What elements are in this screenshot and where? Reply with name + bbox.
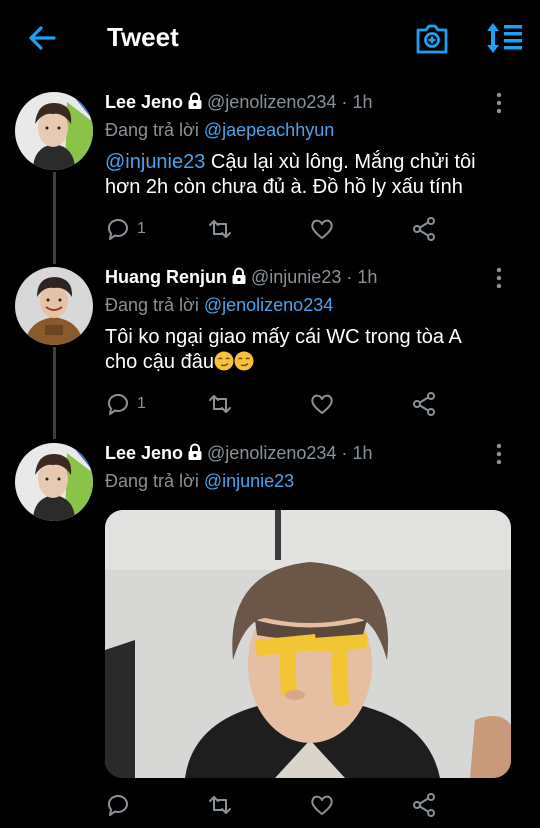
- like-button[interactable]: [309, 216, 335, 242]
- heart-icon: [311, 795, 333, 815]
- reply-to-link[interactable]: @jenolizeno234: [204, 295, 333, 315]
- page-title: Tweet: [107, 22, 179, 52]
- heart-icon: [311, 394, 333, 414]
- author-name[interactable]: Lee Jeno: [105, 92, 183, 112]
- avatar[interactable]: [15, 443, 93, 521]
- reply-prefix: Đang trả lời: [105, 471, 199, 491]
- lock-icon: [188, 443, 202, 460]
- reply-icon: [107, 218, 128, 240]
- reply-to-link[interactable]: @jaepeachhyun: [204, 120, 334, 140]
- more-options-icon[interactable]: [492, 267, 506, 289]
- reply-context: Đang trả lời @jenolizeno234: [105, 295, 333, 316]
- tweet-header: Lee Jeno @jenolizeno234 · 1h: [105, 443, 372, 464]
- retweet-icon: [209, 796, 231, 814]
- lock-icon: [188, 92, 202, 109]
- avatar[interactable]: [15, 92, 93, 170]
- reply-context: Đang trả lời @injunie23: [105, 471, 294, 492]
- mention-link[interactable]: @injunie23: [105, 151, 205, 173]
- retweet-button[interactable]: [207, 391, 233, 417]
- retweet-button[interactable]: [207, 792, 233, 818]
- share-icon: [413, 217, 435, 241]
- back-arrow-icon[interactable]: [26, 22, 58, 54]
- retweet-icon: [209, 220, 231, 238]
- retweet-button[interactable]: [207, 216, 233, 242]
- more-options-icon[interactable]: [492, 92, 506, 114]
- reply-context: Đang trả lời @jaepeachhyun: [105, 120, 334, 141]
- sort-icon[interactable]: [484, 20, 524, 56]
- tweet-actions: 1: [105, 391, 525, 417]
- like-button[interactable]: [309, 391, 335, 417]
- tweet-item[interactable]: Huang Renjun @injunie23 · 1h Đang trả lời…: [0, 267, 540, 427]
- tweet-text-line: Cậu lại xù lông. Mắng chửi tôi: [205, 151, 476, 173]
- tweet-text: @injunie23 Cậu lại xù lông. Mắng chửi tô…: [105, 150, 515, 200]
- reply-button[interactable]: 1: [105, 216, 146, 242]
- reply-count: 1: [137, 220, 146, 237]
- top-bar: Tweet: [0, 0, 540, 78]
- tweet-actions: 1: [105, 216, 525, 242]
- share-icon: [413, 793, 435, 817]
- reply-button[interactable]: [105, 792, 131, 818]
- reply-icon: [107, 794, 128, 816]
- reply-button[interactable]: 1: [105, 391, 146, 417]
- tweet-item[interactable]: Lee Jeno @jenolizeno234 · 1h Đang trả lời…: [0, 92, 540, 252]
- tweet-text-line: hơn 2h còn chưa đủ à. Đồ hồ ly xấu tính: [105, 176, 463, 198]
- tweet-media-image[interactable]: [105, 510, 511, 778]
- separator-dot: ·: [346, 267, 353, 287]
- author-name[interactable]: Lee Jeno: [105, 443, 183, 463]
- lock-icon: [232, 267, 246, 284]
- reply-prefix: Đang trả lời: [105, 120, 199, 140]
- separator-dot: ·: [341, 92, 348, 112]
- reply-to-link[interactable]: @injunie23: [204, 471, 294, 491]
- tweet-time: 1h: [352, 92, 373, 112]
- share-button[interactable]: [411, 216, 437, 242]
- retweet-icon: [209, 395, 231, 413]
- share-icon: [413, 392, 435, 416]
- author-handle[interactable]: @jenolizeno234: [207, 443, 336, 463]
- like-button[interactable]: [309, 792, 335, 818]
- avatar[interactable]: [15, 267, 93, 345]
- reply-icon: [107, 393, 128, 415]
- tweet-time: 1h: [352, 443, 373, 463]
- share-button[interactable]: [411, 792, 437, 818]
- author-handle[interactable]: @injunie23: [251, 267, 341, 287]
- separator-dot: ·: [341, 443, 348, 463]
- more-options-icon[interactable]: [492, 443, 506, 465]
- smirk-emoji-icon: [234, 351, 254, 371]
- tweet-text-line: Tôi ko ngại giao mấy cái WC trong tòa A: [105, 326, 462, 348]
- tweet-header: Huang Renjun @injunie23 · 1h: [105, 267, 377, 288]
- reply-prefix: Đang trả lời: [105, 295, 199, 315]
- smirk-emoji-icon: [214, 351, 234, 371]
- tweet-time: 1h: [357, 267, 378, 287]
- tweet-text: Tôi ko ngại giao mấy cái WC trong tòa A …: [105, 325, 515, 375]
- heart-icon: [311, 219, 333, 239]
- share-button[interactable]: [411, 391, 437, 417]
- author-handle[interactable]: @jenolizeno234: [207, 92, 336, 112]
- camera-icon[interactable]: [414, 20, 450, 56]
- tweet-actions: [105, 792, 525, 818]
- tweet-text-line: cho cậu đâu: [105, 351, 214, 373]
- tweet-header: Lee Jeno @jenolizeno234 · 1h: [105, 92, 372, 113]
- author-name[interactable]: Huang Renjun: [105, 267, 227, 287]
- reply-count: 1: [137, 395, 146, 412]
